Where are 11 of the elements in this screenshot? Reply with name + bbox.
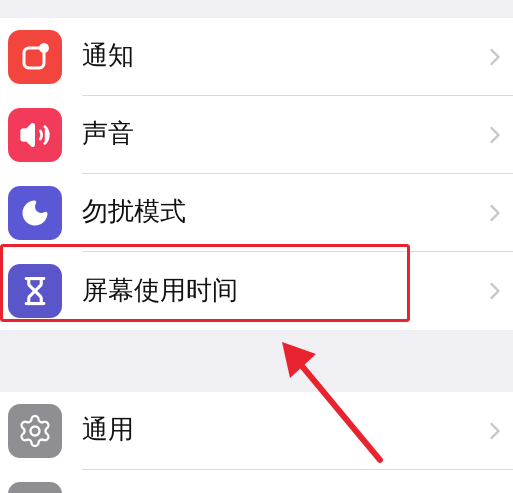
settings-row[interactable]: 勿扰模式 <box>0 174 513 252</box>
row-label: 通用 <box>82 414 135 447</box>
moon-icon <box>20 198 50 228</box>
settings-row[interactable]: 通知 <box>0 18 513 96</box>
row-label: 屏幕使用时间 <box>82 274 239 308</box>
row-label: 声音 <box>82 118 135 151</box>
settings-row[interactable]: 声音 <box>0 96 513 174</box>
row-label: 勿扰模式 <box>82 196 187 229</box>
settings-row[interactable]: 屏幕使用时间 <box>0 252 513 330</box>
notification-icon <box>20 42 50 72</box>
row-label: 通知 <box>82 40 135 73</box>
